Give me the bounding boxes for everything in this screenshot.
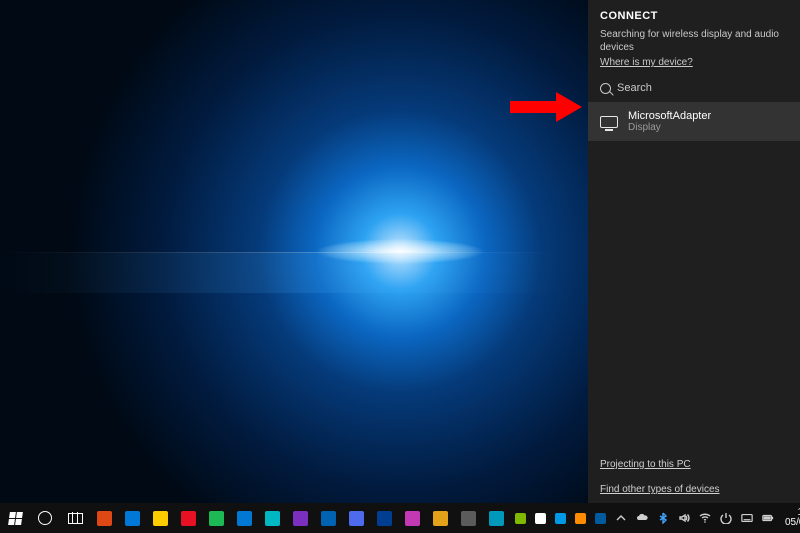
search-input[interactable]: Search (600, 82, 788, 94)
tray-power-icon[interactable] (716, 503, 736, 533)
tray-app-icon (575, 513, 586, 524)
device-name: MicrosoftAdapter (628, 110, 711, 122)
task-view-button[interactable] (60, 503, 90, 533)
system-tray: 14:41 05/02/2019 (510, 503, 800, 533)
tray-app-icon (595, 513, 606, 524)
search-placeholder: Search (617, 82, 652, 94)
connect-panel: CONNECT Searching for wireless display a… (588, 0, 800, 503)
cortana-button[interactable] (30, 503, 60, 533)
clock-date: 05/02/2019 (785, 518, 800, 529)
tray-app-2[interactable] (550, 503, 570, 533)
taskbar-app-14[interactable] (482, 503, 510, 533)
taskbar-clock[interactable]: 14:41 05/02/2019 (779, 508, 800, 529)
taskbar-app-13[interactable] (454, 503, 482, 533)
display-icon (600, 116, 618, 128)
cortana-icon (38, 511, 52, 525)
task-view-icon (68, 513, 83, 524)
tray-app-1[interactable] (530, 503, 550, 533)
tray-app-0[interactable] (510, 503, 530, 533)
taskbar-app-9[interactable] (342, 503, 370, 533)
app-icon (181, 511, 196, 526)
tray-onedrive-icon[interactable] (632, 503, 652, 533)
app-icon (97, 511, 112, 526)
tray-keyboard-icon[interactable] (737, 503, 757, 533)
taskbar-app-8[interactable] (314, 503, 342, 533)
tray-app-icon (555, 513, 566, 524)
tray-battery-icon[interactable] (758, 503, 778, 533)
app-icon (377, 511, 392, 526)
app-icon (461, 511, 476, 526)
app-icon (209, 511, 224, 526)
taskbar-app-6[interactable] (258, 503, 286, 533)
panel-status-text: Searching for wireless display and audio… (600, 28, 788, 54)
app-icon (489, 511, 504, 526)
tray-app-4[interactable] (590, 503, 610, 533)
app-icon (237, 511, 252, 526)
app-icon (349, 511, 364, 526)
app-icon (125, 511, 140, 526)
taskbar-app-2[interactable] (146, 503, 174, 533)
taskbar-app-10[interactable] (370, 503, 398, 533)
app-icon (293, 511, 308, 526)
windows-logo-icon (8, 512, 23, 525)
search-icon (600, 83, 611, 94)
tray-app-icon (535, 513, 546, 524)
app-icon (265, 511, 280, 526)
taskbar-app-1[interactable] (118, 503, 146, 533)
where-is-my-device-link[interactable]: Where is my device? (600, 57, 788, 68)
find-other-devices-link[interactable]: Find other types of devices (600, 484, 788, 495)
taskbar-app-4[interactable] (202, 503, 230, 533)
app-icon (321, 511, 336, 526)
projecting-to-this-pc-link[interactable]: Projecting to this PC (600, 459, 788, 470)
taskbar-app-7[interactable] (286, 503, 314, 533)
tray-wifi-icon[interactable] (695, 503, 715, 533)
tray-volume-icon[interactable] (674, 503, 694, 533)
taskbar: 14:41 05/02/2019 (0, 503, 800, 533)
tray-chevron-up-icon[interactable] (611, 503, 631, 533)
app-icon (433, 511, 448, 526)
app-icon (405, 511, 420, 526)
device-item-microsoftadapter[interactable]: MicrosoftAdapter Display (588, 102, 800, 141)
panel-title: CONNECT (600, 10, 788, 22)
tray-app-icon (515, 513, 526, 524)
app-icon (153, 511, 168, 526)
start-button[interactable] (0, 503, 30, 533)
taskbar-app-5[interactable] (230, 503, 258, 533)
taskbar-app-0[interactable] (90, 503, 118, 533)
taskbar-app-3[interactable] (174, 503, 202, 533)
device-type: Display (628, 122, 711, 133)
taskbar-app-12[interactable] (426, 503, 454, 533)
taskbar-app-11[interactable] (398, 503, 426, 533)
tray-bluetooth-icon[interactable] (653, 503, 673, 533)
tray-app-3[interactable] (570, 503, 590, 533)
